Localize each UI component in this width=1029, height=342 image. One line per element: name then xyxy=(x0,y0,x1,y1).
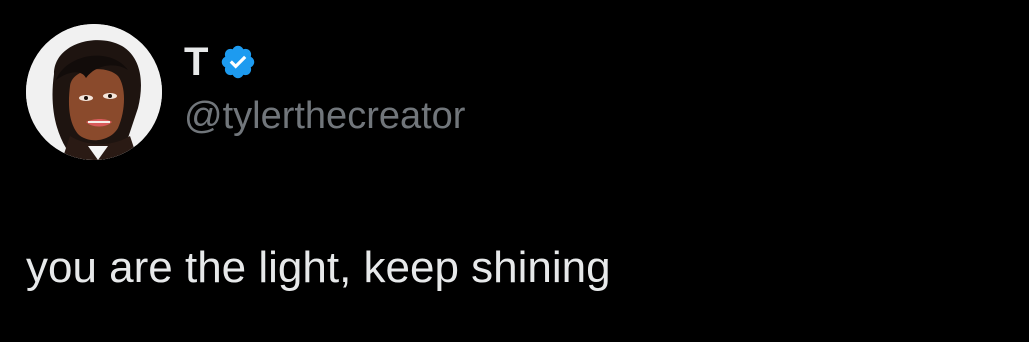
author-display-name[interactable]: T xyxy=(184,38,209,86)
portrait-avatar-icon xyxy=(26,24,162,160)
author-handle[interactable]: @tylerthecreator xyxy=(184,92,465,140)
tweet-card: T @tylerthecreator you are the light, ke… xyxy=(0,0,1029,342)
author-avatar[interactable] xyxy=(26,24,162,160)
tweet-text: you are the light, keep shining xyxy=(26,243,611,292)
verified-badge-icon xyxy=(219,43,257,81)
author-name-row: T xyxy=(184,38,257,86)
